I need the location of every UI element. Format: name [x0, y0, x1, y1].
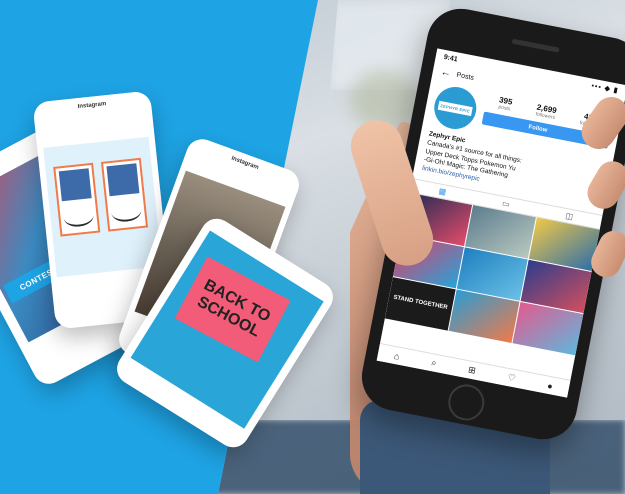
profile-icon[interactable]: ●	[546, 380, 553, 391]
search-icon[interactable]: ⌕	[430, 357, 438, 369]
heart-icon[interactable]: ♡	[507, 372, 517, 384]
trading-card	[100, 157, 149, 232]
tagged-icon[interactable]: ◫	[565, 211, 574, 221]
stat-followers[interactable]: 2,699 followers	[535, 103, 557, 122]
status-time: 9:41	[443, 53, 459, 63]
back-arrow-icon[interactable]: ←	[440, 66, 452, 79]
stat-label: posts	[497, 104, 511, 113]
avatar[interactable]: ZEPHYR EPIC	[430, 83, 480, 133]
stat-posts[interactable]: 395 posts	[497, 95, 513, 112]
speaker	[511, 38, 560, 53]
home-icon[interactable]: ⌂	[393, 350, 400, 361]
home-button[interactable]	[445, 381, 488, 424]
list-view-icon[interactable]: ▭	[501, 199, 510, 209]
trading-card	[53, 162, 101, 237]
avatar-logo-text: ZEPHYR EPIC	[437, 100, 473, 116]
nav-title: Posts	[456, 71, 475, 82]
grid-view-icon[interactable]: ▦	[438, 186, 447, 196]
add-post-icon[interactable]: ⊞	[467, 364, 476, 376]
